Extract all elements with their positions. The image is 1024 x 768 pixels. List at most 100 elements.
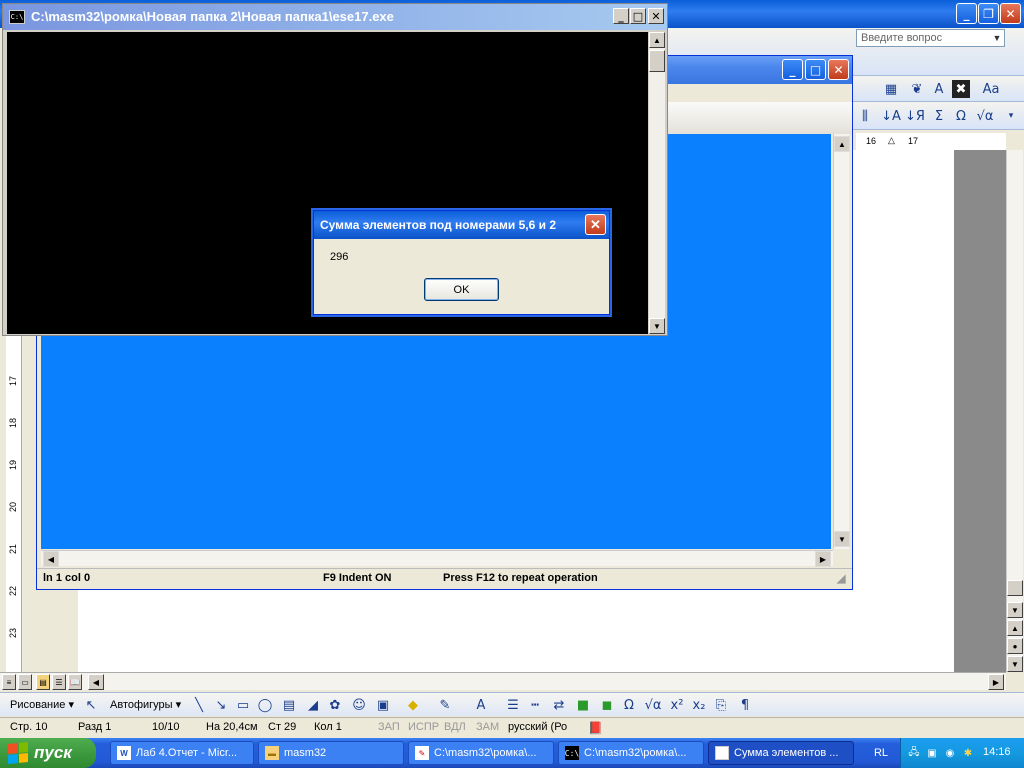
task-masm32-folder[interactable]: ▬ masm32	[258, 741, 404, 765]
ok-button[interactable]: OK	[424, 278, 499, 301]
equation-icon[interactable]: √α	[644, 696, 662, 714]
field-icon[interactable]: ⎘	[712, 696, 730, 714]
pilcrow-icon[interactable]: ¶	[736, 696, 754, 714]
tray-network-icon[interactable]: 🖧	[907, 746, 921, 760]
tray-shield-icon[interactable]: ◉	[943, 746, 957, 760]
oval-icon[interactable]: ◯	[256, 696, 274, 714]
clock[interactable]: 14:16	[983, 746, 1011, 758]
start-button[interactable]: пуск	[0, 738, 96, 768]
horizontal-ruler: 16 △ 17	[856, 133, 1006, 151]
prev-page-icon[interactable]: ▲	[1007, 620, 1023, 636]
word-scroll-down-icon[interactable]: ▼	[1007, 602, 1023, 618]
word-horizontal-scrollbar[interactable]: ≡ ▭ ▤ ☰ 📖 ◀ ▶	[0, 672, 1006, 690]
tray-security-icon[interactable]: ✱	[961, 746, 975, 760]
language-indicator[interactable]: RL	[862, 738, 900, 768]
editor-close-button[interactable]: ✕	[828, 59, 849, 80]
help-dropdown-icon[interactable]: ▼	[990, 29, 1004, 47]
fill-color-icon[interactable]: ◆	[404, 696, 422, 714]
omega-insert-icon[interactable]: Ω	[620, 696, 638, 714]
diagram-icon[interactable]: ✿	[326, 696, 344, 714]
columns-icon[interactable]: ⫼	[856, 107, 874, 125]
console-app-icon[interactable]: C:\	[9, 10, 25, 24]
sort-desc-icon[interactable]: ↓Я	[905, 107, 925, 125]
tray-monitor-icon[interactable]: ▣	[925, 746, 939, 760]
line-color-icon[interactable]: ✎	[436, 696, 454, 714]
wordart-icon[interactable]: ❦	[908, 80, 926, 98]
toolbar-options-icon[interactable]: ▾	[1002, 107, 1020, 125]
ruler-indent-marker[interactable]: △	[888, 135, 895, 146]
line-style-icon[interactable]: ☰	[504, 696, 522, 714]
status-trk[interactable]: ИСПР	[408, 721, 439, 733]
message-box-close-button[interactable]: ✕	[585, 214, 606, 235]
console-maximize-button[interactable]: □	[630, 8, 646, 24]
editor-scroll-right-icon[interactable]: ▶	[815, 551, 831, 567]
font-color-icon[interactable]: A	[930, 80, 948, 98]
console-scroll-thumb[interactable]	[649, 50, 665, 72]
clipart-icon[interactable]: ☺	[350, 696, 368, 714]
normal-view-icon[interactable]: ≡	[2, 674, 16, 690]
task-word[interactable]: W Лаб 4.Отчет - Micr...	[110, 741, 254, 765]
resize-grip-icon[interactable]: ◢	[837, 572, 845, 585]
autoshapes-menu[interactable]: Автофигуры ▾	[110, 698, 181, 711]
omega-icon[interactable]: Ω	[952, 107, 970, 125]
editor-maximize-button[interactable]: □	[805, 59, 826, 80]
editor-vertical-scrollbar[interactable]: ▲ ▼	[833, 134, 850, 549]
word-scroll-thumb[interactable]	[1007, 580, 1023, 596]
word-vertical-scrollbar[interactable]: ▼ ▲ ● ▼	[1006, 150, 1023, 672]
outline-view-icon[interactable]: ☰	[52, 674, 66, 690]
hscroll-right-icon[interactable]: ▶	[988, 674, 1004, 690]
superscript-icon[interactable]: x²	[668, 696, 686, 714]
dash-style-icon[interactable]: ┅	[526, 696, 544, 714]
textbox-icon[interactable]: ▤	[280, 696, 298, 714]
spelling-status-icon[interactable]: 📕	[588, 721, 603, 735]
next-page-icon[interactable]: ▼	[1007, 656, 1023, 672]
table-icon[interactable]: ▦	[882, 80, 900, 98]
editor-scroll-down-icon[interactable]: ▼	[834, 531, 850, 547]
wordart-insert-icon[interactable]: ◢	[304, 696, 322, 714]
message-box-title-bar[interactable]: Сумма элементов под номерами 5,6 и 2 ✕	[314, 211, 609, 239]
editor-horizontal-scrollbar[interactable]: ◀ ▶	[41, 550, 833, 567]
task-editor[interactable]: ✎ C:\masm32\ромка\...	[408, 741, 554, 765]
text-color-icon[interactable]: A	[472, 696, 490, 714]
word-minimize-button[interactable]: _	[956, 3, 977, 24]
task-message-box[interactable]: Сумма элементов ...	[708, 741, 854, 765]
web-view-icon[interactable]: ▭	[18, 674, 32, 690]
change-case-icon[interactable]: Aa	[982, 80, 1000, 98]
picture-icon[interactable]: ▣	[374, 696, 392, 714]
rectangle-icon[interactable]: ▭	[234, 696, 252, 714]
reading-view-icon[interactable]: 📖	[68, 674, 82, 690]
select-objects-icon[interactable]: ↖	[82, 696, 100, 714]
task-console[interactable]: C:\ C:\masm32\ромка\...	[558, 741, 704, 765]
line-icon[interactable]: ╲	[190, 696, 208, 714]
sum-icon[interactable]: Σ	[930, 107, 948, 125]
console-title-bar[interactable]: C:\ C:\masm32\ромка\Новая папка 2\Новая …	[3, 4, 667, 30]
hscroll-left-icon[interactable]: ◀	[88, 674, 104, 690]
draw-menu[interactable]: Рисование ▾	[10, 698, 74, 711]
sort-asc-icon[interactable]: ↓A	[881, 107, 901, 125]
shadow-icon[interactable]: ■	[574, 696, 592, 714]
sqrt-icon[interactable]: √α	[976, 107, 994, 125]
message-box: Сумма элементов под номерами 5,6 и 2 ✕ 2…	[313, 210, 610, 315]
word-restore-button[interactable]: ❐	[978, 3, 999, 24]
browse-object-icon[interactable]: ●	[1007, 638, 1023, 654]
console-vertical-scrollbar[interactable]: ▲ ▼	[649, 32, 665, 334]
status-ext[interactable]: ВДЛ	[444, 721, 466, 733]
subscript-icon[interactable]: x₂	[690, 696, 708, 714]
arrow-style-icon[interactable]: ⇄	[550, 696, 568, 714]
editor-minimize-button[interactable]: _	[782, 59, 803, 80]
editor-scroll-up-icon[interactable]: ▲	[834, 136, 850, 152]
help-search-input[interactable]: Введите вопрос	[856, 29, 1005, 47]
arrow-icon[interactable]: ↘	[212, 696, 230, 714]
task-label: C:\masm32\ромка\...	[434, 747, 537, 759]
console-scroll-up-icon[interactable]: ▲	[649, 32, 665, 48]
console-close-button[interactable]: ✕	[648, 8, 664, 24]
status-ovr[interactable]: ЗАМ	[476, 721, 499, 733]
print-view-icon[interactable]: ▤	[36, 674, 50, 690]
console-scroll-down-icon[interactable]: ▼	[649, 318, 665, 334]
editor-scroll-left-icon[interactable]: ◀	[43, 551, 59, 567]
close-doc-icon[interactable]: ✖	[952, 80, 970, 98]
3d-icon[interactable]: ◼	[598, 696, 616, 714]
console-minimize-button[interactable]: _	[613, 8, 629, 24]
word-close-button[interactable]: ✕	[1000, 3, 1021, 24]
status-rec[interactable]: ЗАП	[378, 721, 400, 733]
